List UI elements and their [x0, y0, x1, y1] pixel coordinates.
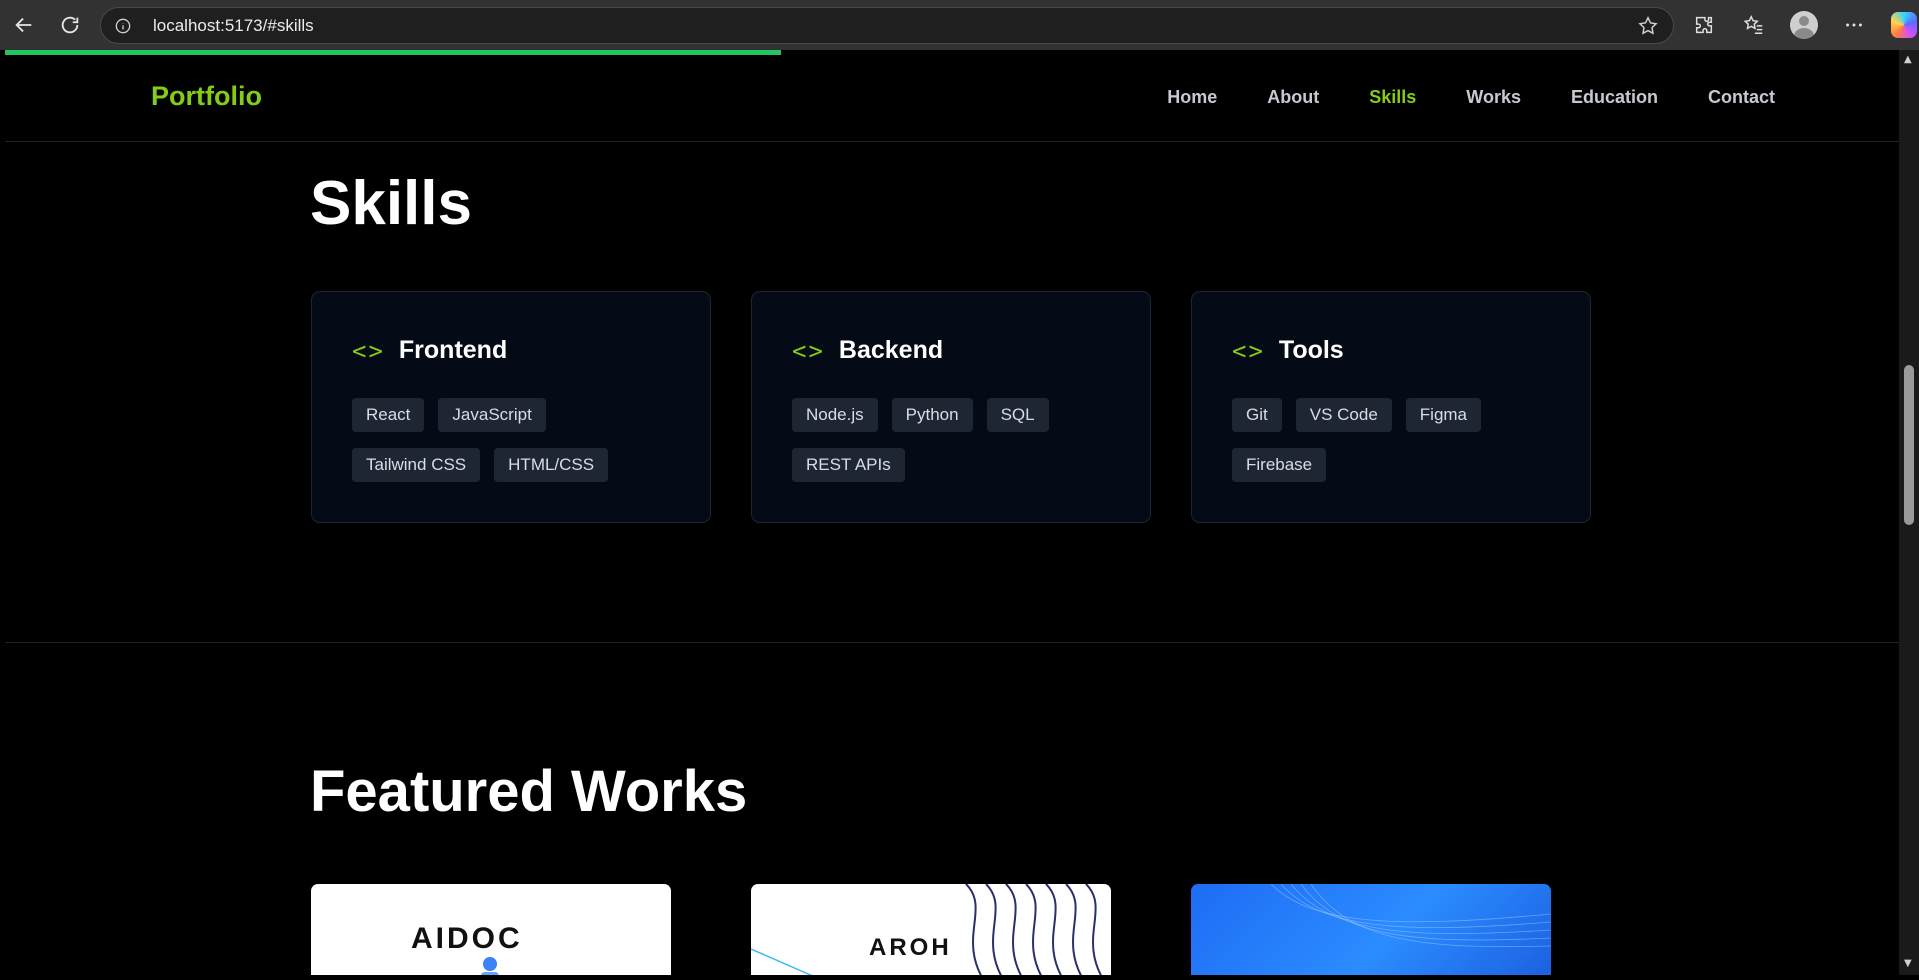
- nav-menu: Home About Skills Works Education Contac…: [1167, 87, 1775, 108]
- browser-toolbar: localhost:5173/#skills: [0, 0, 1919, 50]
- skill-tag: Tailwind CSS: [352, 448, 481, 482]
- site-navbar: Portfolio Home About Skills Works Educat…: [5, 55, 1899, 142]
- more-menu-button[interactable]: [1836, 7, 1872, 43]
- favorites-list-icon: [1743, 15, 1763, 34]
- skill-tag: Firebase: [1232, 448, 1327, 482]
- work-card-aidoc[interactable]: AIDOC: [311, 884, 671, 975]
- wave-lines-decoration: [965, 884, 1103, 975]
- works-section-title: Featured Works: [310, 759, 748, 824]
- nav-education[interactable]: Education: [1571, 87, 1658, 108]
- favorite-star-icon[interactable]: [1637, 15, 1659, 41]
- work-card-blue[interactable]: [1191, 884, 1551, 975]
- skill-tag: Node.js: [792, 398, 878, 432]
- code-brackets-icon: <>: [792, 336, 825, 365]
- arrow-left-icon: [15, 17, 32, 33]
- scroll-down-arrow-icon[interactable]: ▼: [1904, 958, 1912, 969]
- work-card-aroh[interactable]: AROH: [751, 884, 1111, 975]
- nav-works[interactable]: Works: [1466, 87, 1521, 108]
- back-button[interactable]: [6, 7, 42, 43]
- scroll-up-arrow-icon[interactable]: ▲: [1904, 54, 1912, 65]
- reload-icon: [61, 16, 79, 34]
- skill-tag: SQL: [986, 398, 1049, 432]
- page-scrollbar[interactable]: ▲ ▼: [1899, 50, 1919, 975]
- skill-tag: React: [352, 398, 425, 432]
- profile-button[interactable]: [1786, 7, 1822, 43]
- nav-home[interactable]: Home: [1167, 87, 1217, 108]
- skill-card-title: Frontend: [398, 336, 508, 364]
- scrollbar-thumb[interactable]: [1904, 365, 1914, 525]
- avatar: [1790, 11, 1818, 39]
- skill-tag: Git: [1232, 398, 1282, 432]
- address-bar[interactable]: localhost:5173/#skills: [100, 7, 1674, 44]
- extensions-button[interactable]: [1686, 7, 1722, 43]
- skill-tag: HTML/CSS: [494, 448, 609, 482]
- copilot-button[interactable]: [1886, 7, 1919, 43]
- skill-card-tools: <> Tools Git VS Code Figma Firebase: [1191, 291, 1591, 523]
- skill-card-backend: <> Backend Node.js Python SQL REST APIs: [751, 291, 1151, 523]
- nav-skills[interactable]: Skills: [1369, 87, 1416, 108]
- url-text[interactable]: localhost:5173/#skills: [153, 16, 314, 36]
- work-thumbnail-label: AROH: [869, 934, 952, 961]
- nav-about[interactable]: About: [1267, 87, 1319, 108]
- skill-card-frontend: <> Frontend React JavaScript Tailwind CS…: [311, 291, 711, 523]
- nav-contact[interactable]: Contact: [1708, 87, 1775, 108]
- site-info-icon[interactable]: [113, 16, 133, 36]
- reload-button[interactable]: [52, 7, 88, 43]
- section-divider: [5, 642, 1899, 643]
- puzzle-icon: [1695, 16, 1713, 34]
- robot-icon: [481, 957, 499, 975]
- code-brackets-icon: <>: [1232, 336, 1265, 365]
- skill-tag: Python: [891, 398, 973, 432]
- diagonal-line-decoration: [751, 948, 813, 975]
- skill-tag: REST APIs: [792, 448, 905, 482]
- site-logo[interactable]: Portfolio: [151, 81, 262, 112]
- skill-tag: JavaScript: [438, 398, 546, 432]
- copilot-icon: [1891, 12, 1917, 38]
- ellipsis-icon: [1846, 23, 1862, 27]
- skill-tag: VS Code: [1295, 398, 1392, 432]
- work-thumbnail-label: AIDOC: [411, 922, 523, 955]
- code-brackets-icon: <>: [352, 336, 385, 365]
- abstract-waves-decoration: [1270, 884, 1551, 948]
- skill-tag: Figma: [1405, 398, 1482, 432]
- skills-section-title: Skills: [310, 169, 472, 238]
- favorites-button[interactable]: [1736, 7, 1772, 43]
- page-viewport: Portfolio Home About Skills Works Educat…: [5, 50, 1899, 975]
- skill-card-title: Tools: [1278, 336, 1344, 364]
- skill-card-title: Backend: [838, 336, 944, 364]
